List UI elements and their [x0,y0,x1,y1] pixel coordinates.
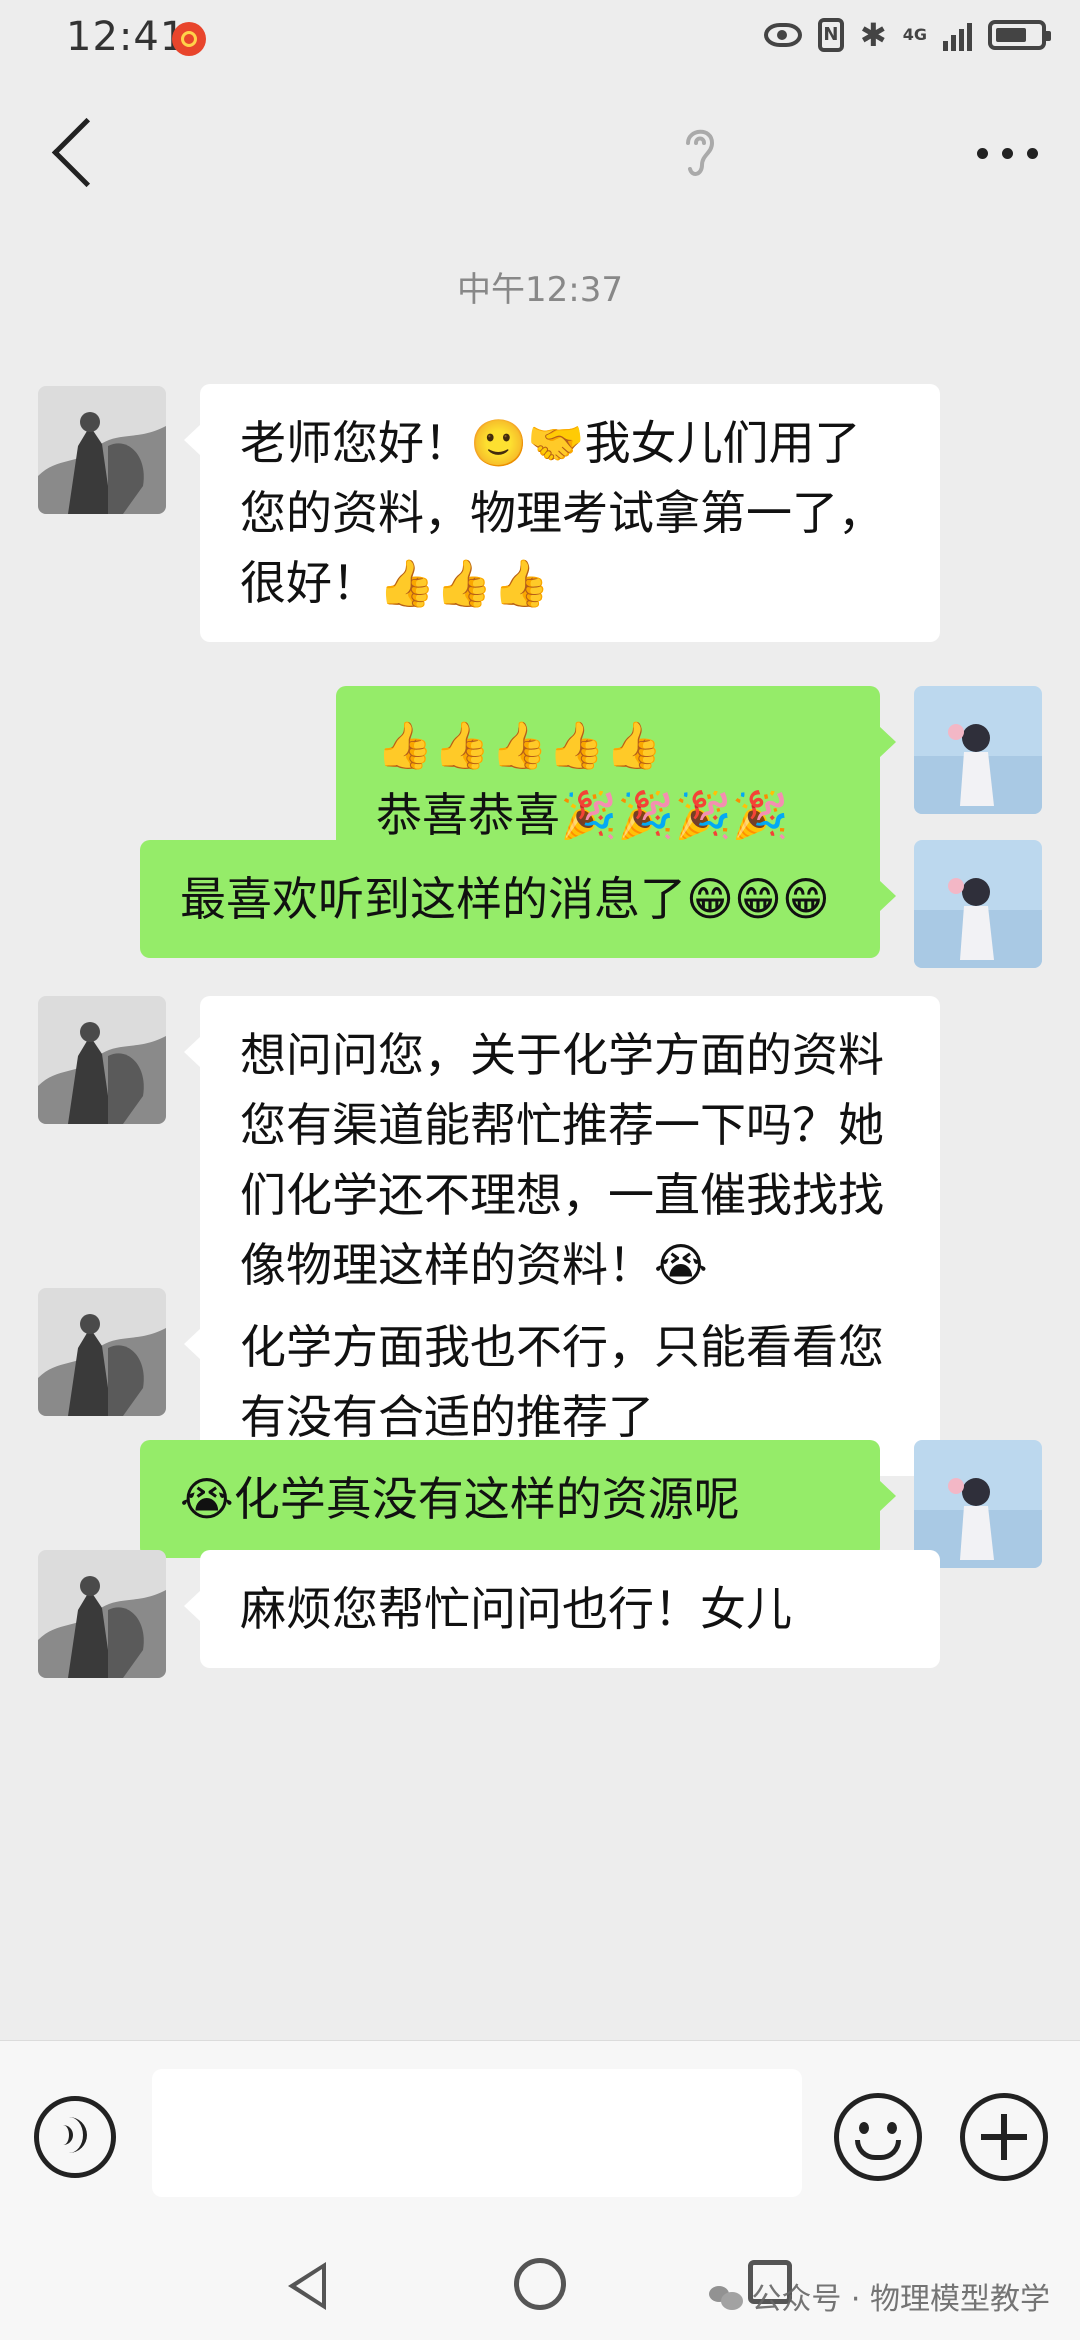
more-options-icon[interactable] [977,148,1038,159]
system-home-icon[interactable] [514,2258,566,2310]
back-arrow-icon[interactable] [51,117,122,188]
chat-messages[interactable]: 中午12:37 老师您好！🙂🤝我女儿们用了您的资料，物理考试拿第一了，很好！👍👍… [0,228,1080,2040]
nfc-icon: N [817,18,844,52]
message-text: 👍👍👍👍👍 恭喜恭喜🎉🎉🎉🎉 [376,718,790,842]
my-avatar[interactable] [914,1440,1042,1568]
voice-input-icon[interactable] [34,2096,116,2178]
message-bubble-outgoing[interactable]: 最喜欢听到这样的消息了😁😁😁 [140,840,896,958]
system-navigation-bar: 公众号 · 物理模型教学 [0,2250,1080,2340]
wechat-official-account-icon [709,2282,744,2310]
my-avatar[interactable] [914,686,1042,814]
teacher-avatar[interactable] [38,996,166,1124]
earpiece-mode-icon[interactable] [678,123,722,181]
watermark-text: 公众号 · 物理模型教学 [751,2282,1050,2317]
message-input[interactable] [152,2069,802,2197]
teacher-avatar[interactable] [38,1288,166,1416]
system-back-icon[interactable] [288,2262,326,2310]
app-notification-icon [172,22,206,56]
eye-comfort-icon [763,23,802,47]
message-timestamp: 中午12:37 [457,270,623,310]
watermark: 公众号 · 物理模型教学 [709,2274,1050,2318]
battery-icon [988,20,1051,50]
signal-icon [943,19,972,51]
message-text: 最喜欢听到这样的消息了😁😁😁 [180,872,830,926]
message-text: 老师您好！🙂🤝我女儿们用了您的资料，物理考试拿第一了，很好！👍👍👍 [240,416,884,610]
emoji-icon[interactable] [834,2093,922,2181]
network-type-text: 4G [902,25,927,44]
status-time: 12:41 [66,14,187,60]
more-actions-plus-icon[interactable] [960,2093,1048,2181]
message-bubble-incoming[interactable]: 老师您好！🙂🤝我女儿们用了您的资料，物理考试拿第一了，很好！👍👍👍 [184,384,940,642]
status-icons: N ✱ 4G [763,16,1051,54]
message-text: 化学方面我也不行，只能看看您有没有合适的推荐了 [240,1320,884,1444]
teacher-avatar[interactable] [38,1550,166,1678]
teacher-avatar[interactable] [38,386,166,514]
network-type-label: 4G [903,27,927,43]
message-text: 想问问您，关于化学方面的资料您有渠道能帮忙推荐一下吗？她们化学还不理想，一直催我… [240,1028,884,1292]
my-avatar[interactable] [914,840,1042,968]
message-bubble-incoming[interactable]: 想问问您，关于化学方面的资料您有渠道能帮忙推荐一下吗？她们化学还不理想，一直催我… [184,996,940,1324]
bluetooth-icon: ✱ [859,16,887,54]
message-text: 😭化学真没有这样的资源呢 [180,1472,740,1526]
message-input-bar [0,2040,1080,2251]
message-bubble-outgoing[interactable]: 😭化学真没有这样的资源呢 [140,1440,896,1558]
message-text: 麻烦您帮忙问问也行！女儿 [240,1582,792,1636]
message-bubble-incoming[interactable]: 麻烦您帮忙问问也行！女儿 [184,1550,940,1668]
status-bar: 12:41 N ✱ 4G [0,0,1080,78]
chat-header [0,78,1080,228]
